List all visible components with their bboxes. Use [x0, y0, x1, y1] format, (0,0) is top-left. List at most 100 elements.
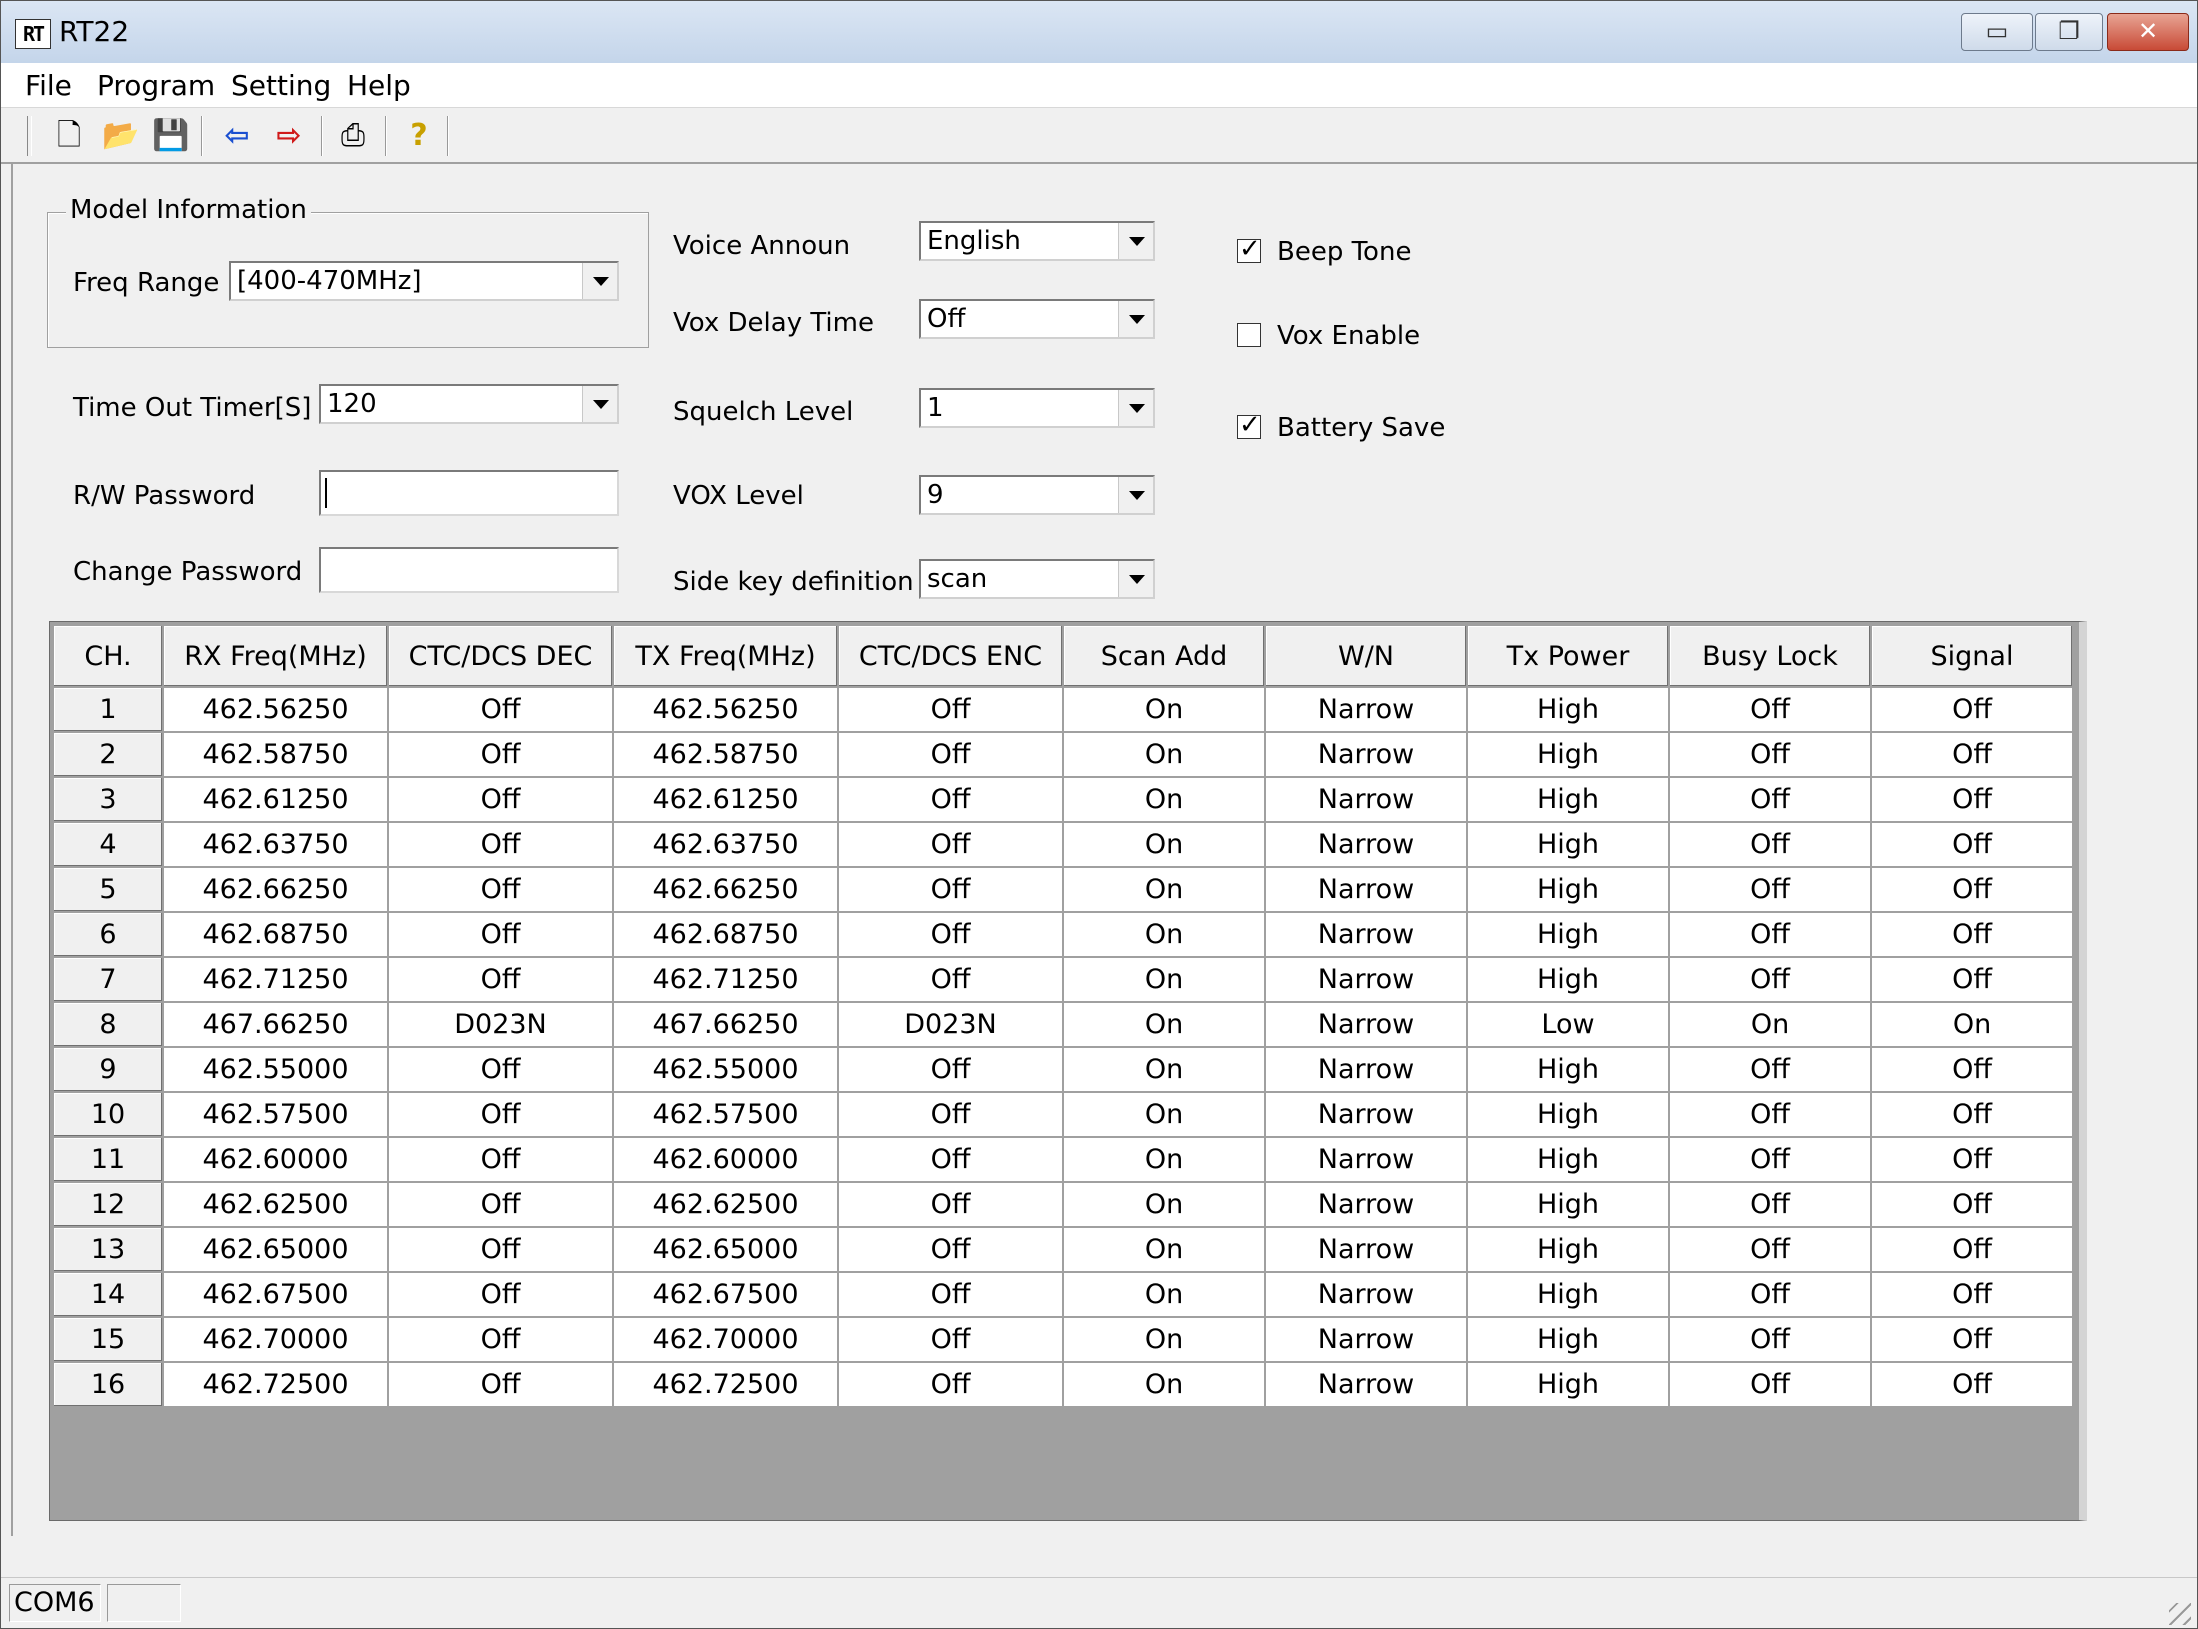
table-cell[interactable]: On [1062, 1001, 1266, 1048]
table-cell[interactable]: Off [387, 866, 614, 913]
table-cell[interactable]: High [1466, 911, 1670, 958]
column-header[interactable]: CTC/DCS DEC [387, 624, 614, 688]
table-cell[interactable]: High [1466, 1046, 1670, 1093]
table-cell[interactable]: 462.55000 [162, 1046, 389, 1093]
table-cell[interactable]: Off [1870, 731, 2074, 778]
battery-save-checkbox[interactable]: ✓ [1237, 410, 1261, 440]
table-cell[interactable]: Off [837, 1136, 1064, 1183]
table-cell[interactable]: Off [387, 686, 614, 733]
table-cell[interactable]: 467.66250 [162, 1001, 389, 1048]
table-cell[interactable]: Narrow [1264, 956, 1468, 1003]
table-cell[interactable]: 462.70000 [162, 1316, 389, 1363]
table-cell[interactable]: On [1062, 1136, 1266, 1183]
row-header-cell[interactable]: 4 [52, 821, 164, 868]
table-cell[interactable]: Off [1668, 1316, 1872, 1363]
table-cell[interactable]: Off [387, 776, 614, 823]
table-cell[interactable]: Off [837, 1181, 1064, 1228]
table-cell[interactable]: Off [1870, 956, 2074, 1003]
table-cell[interactable]: 462.61250 [612, 776, 839, 823]
table-cell[interactable]: 462.63750 [162, 821, 389, 868]
table-cell[interactable]: Narrow [1264, 1181, 1468, 1228]
menu-help[interactable]: Help [347, 69, 411, 102]
table-cell[interactable]: Off [1668, 1271, 1872, 1318]
row-header-cell[interactable]: 10 [52, 1091, 164, 1138]
chevron-down-icon[interactable] [1118, 301, 1153, 337]
menu-setting[interactable]: Setting [231, 69, 331, 102]
table-cell[interactable]: Off [1870, 1226, 2074, 1273]
table-cell[interactable]: Off [387, 821, 614, 868]
column-header[interactable]: W/N [1264, 624, 1468, 688]
vox-enable-checkbox[interactable] [1237, 323, 1261, 347]
row-header-cell[interactable]: 6 [52, 911, 164, 958]
table-cell[interactable]: Off [1870, 1361, 2074, 1408]
table-cell[interactable]: Off [387, 731, 614, 778]
table-cell[interactable]: 462.56250 [162, 686, 389, 733]
column-header[interactable]: Scan Add [1062, 624, 1266, 688]
table-cell[interactable]: Off [1668, 686, 1872, 733]
table-cell[interactable]: Off [1668, 1091, 1872, 1138]
row-header-cell[interactable]: 8 [52, 1001, 164, 1048]
read-from-radio-icon[interactable]: ⇦ [217, 116, 257, 156]
row-header-cell[interactable]: 13 [52, 1226, 164, 1273]
beep-tone-label[interactable]: Beep Tone [1277, 237, 1411, 267]
table-cell[interactable]: Off [837, 911, 1064, 958]
table-cell[interactable]: On [1062, 821, 1266, 868]
voice-announ-select[interactable]: English [919, 221, 1155, 261]
column-header[interactable]: CTC/DCS ENC [837, 624, 1064, 688]
resize-grip-icon[interactable] [2169, 1603, 2191, 1625]
table-cell[interactable]: Narrow [1264, 1136, 1468, 1183]
save-disk-icon[interactable]: 💾 [151, 116, 191, 156]
table-cell[interactable]: Off [1870, 1316, 2074, 1363]
table-cell[interactable]: 462.62500 [162, 1181, 389, 1228]
table-cell[interactable]: High [1466, 866, 1670, 913]
table-cell[interactable]: Off [1870, 911, 2074, 958]
column-header[interactable]: Busy Lock [1668, 624, 1872, 688]
table-cell[interactable]: Off [837, 1226, 1064, 1273]
table-cell[interactable]: Off [387, 1136, 614, 1183]
menu-file[interactable]: File [25, 69, 72, 102]
table-cell[interactable]: Off [1668, 1226, 1872, 1273]
row-header-cell[interactable]: 2 [52, 731, 164, 778]
table-cell[interactable]: 462.60000 [612, 1136, 839, 1183]
column-header[interactable]: Tx Power [1466, 624, 1670, 688]
row-header-cell[interactable]: 3 [52, 776, 164, 823]
table-cell[interactable]: Off [837, 1091, 1064, 1138]
table-cell[interactable]: Off [837, 1271, 1064, 1318]
table-cell[interactable]: Narrow [1264, 1226, 1468, 1273]
table-cell[interactable]: High [1466, 821, 1670, 868]
row-header-cell[interactable]: 7 [52, 956, 164, 1003]
table-cell[interactable]: Off [1870, 1091, 2074, 1138]
table-cell[interactable]: Off [1668, 1361, 1872, 1408]
table-cell[interactable]: Narrow [1264, 1316, 1468, 1363]
table-cell[interactable]: Off [1668, 911, 1872, 958]
table-cell[interactable]: Off [387, 1181, 614, 1228]
table-cell[interactable]: Off [387, 1361, 614, 1408]
toolbar-grip[interactable] [27, 116, 32, 156]
table-cell[interactable]: Low [1466, 1001, 1670, 1048]
freq-range-select[interactable]: [400-470MHz] [229, 261, 619, 301]
table-cell[interactable]: Off [1870, 686, 2074, 733]
table-cell[interactable]: 462.65000 [162, 1226, 389, 1273]
table-cell[interactable]: On [1062, 686, 1266, 733]
table-cell[interactable]: On [1062, 776, 1266, 823]
table-cell[interactable]: 462.72500 [612, 1361, 839, 1408]
table-cell[interactable]: Off [1668, 956, 1872, 1003]
help-question-icon[interactable]: ? [399, 116, 439, 156]
table-cell[interactable]: Off [837, 1046, 1064, 1093]
table-cell[interactable]: On [1062, 1226, 1266, 1273]
table-cell[interactable]: Off [837, 1316, 1064, 1363]
column-header[interactable]: RX Freq(MHz) [162, 624, 389, 688]
chevron-down-icon[interactable] [582, 263, 617, 299]
table-cell[interactable]: On [1870, 1001, 2074, 1048]
table-cell[interactable]: D023N [387, 1001, 614, 1048]
table-cell[interactable]: Off [387, 911, 614, 958]
write-to-radio-icon[interactable]: ⇨ [269, 116, 309, 156]
minimize-button[interactable]: ▭ [1961, 13, 2033, 51]
menu-program[interactable]: Program [97, 69, 215, 102]
new-file-icon[interactable]: 🗋 [49, 116, 89, 156]
table-cell[interactable]: High [1466, 1271, 1670, 1318]
table-cell[interactable]: 462.71250 [612, 956, 839, 1003]
maximize-button[interactable]: ❐ [2035, 13, 2103, 51]
table-cell[interactable]: On [1062, 911, 1266, 958]
table-cell[interactable]: Off [387, 1091, 614, 1138]
